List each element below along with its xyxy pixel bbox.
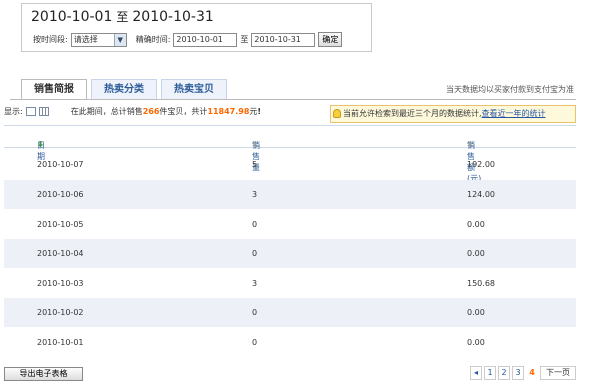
cell-amount: 150.68 [467, 279, 495, 288]
report-tabs: 销售简报 热卖分类 热卖宝贝 [21, 79, 227, 100]
cell-qty: 0 [252, 220, 258, 229]
sort-down-icon[interactable]: ⬇ [37, 140, 44, 149]
cell-amount: 0.00 [467, 308, 485, 317]
page-link-1[interactable]: 1 [484, 366, 496, 380]
cell-amount: 0.00 [467, 220, 485, 229]
lightbulb-icon [333, 109, 341, 118]
range-controls: 按时间段: 请选择 ▼ 精确时间: 2010-10-01 至 2010-10-3… [33, 32, 343, 47]
table-row: 2010-10-02 0 0.00 [4, 298, 576, 327]
summary-amount: 11847.98 [207, 107, 250, 116]
cell-date: 2010-10-02 [37, 308, 84, 317]
tab-sales-summary[interactable]: 销售简报 [21, 79, 87, 100]
cell-qty: 3 [252, 190, 258, 199]
cell-amount: 0.00 [467, 338, 485, 347]
summary-text: 在此期间，总计销售266件宝贝，共计11847.98元! [71, 106, 261, 117]
sort-icon[interactable]: ⬇ [252, 140, 259, 149]
page-link-2[interactable]: 2 [498, 366, 510, 380]
cell-date: 2010-10-07 [37, 160, 84, 169]
exact-to-label: 至 [240, 35, 249, 44]
cell-qty: 0 [252, 249, 258, 258]
tab-hot-items[interactable]: 热卖宝贝 [161, 79, 227, 99]
date-range-panel: 2010-10-01 至 2010-10-31 按时间段: 请选择 ▼ 精确时间: … [21, 3, 372, 52]
cell-amount: 192.00 [467, 160, 495, 169]
cell-date: 2010-10-04 [37, 249, 84, 258]
summary-mid: 件宝贝，共计 [159, 107, 208, 116]
period-select-value: 请选择 [73, 35, 98, 44]
range-to: 至 [116, 10, 129, 24]
table-row: 2010-10-01 0 0.00 [4, 328, 576, 357]
cell-date: 2010-10-03 [37, 279, 84, 288]
date-range-title: 2010-10-01 至 2010-10-31 [31, 8, 214, 25]
next-page-button[interactable]: 下一页 [540, 366, 576, 380]
exclamation-icon: ! [257, 107, 262, 116]
period-label: 按时间段: [33, 35, 68, 44]
confirm-button[interactable]: 确定 [318, 32, 343, 47]
table-row: 2010-10-05 0 0.00 [4, 210, 576, 239]
pagination: ◂ 1 2 3 4 下一页 [470, 366, 576, 380]
cell-date: 2010-10-05 [37, 220, 84, 229]
tab-hot-categories[interactable]: 热卖分类 [91, 79, 157, 99]
table-header: 日期 ⬇ 销售量 ⬇ 销售额(元) ⬇ [4, 125, 576, 183]
cell-date: 2010-10-06 [37, 190, 84, 199]
exact-start-input[interactable]: 2010-10-01 [173, 32, 238, 47]
cell-qty: 5 [252, 160, 258, 169]
summary-count: 266 [142, 107, 160, 116]
cell-qty: 3 [252, 279, 258, 288]
summary-prefix: 在此期间，总计销售 [70, 107, 143, 116]
cell-date: 2010-10-01 [37, 338, 84, 347]
view-year-link[interactable]: 查看近一年的统计 [482, 109, 546, 118]
chart-view-icon[interactable] [38, 107, 49, 116]
exact-time-label: 精确时间: [135, 35, 171, 44]
cell-amount: 0.00 [467, 249, 485, 258]
notice-box: 当前允许检索到最近三个月的数据统计,查看近一年的统计 [330, 105, 576, 123]
tab-divider [10, 99, 576, 100]
exact-end-input[interactable]: 2010-10-31 [251, 32, 316, 47]
export-spreadsheet-button[interactable]: 导出电子表格 [4, 367, 83, 381]
notice-text: 当前允许检索到最近三个月的数据统计, [343, 109, 482, 118]
cell-qty: 0 [252, 338, 258, 347]
prev-page-icon[interactable]: ◂ [470, 366, 482, 380]
page-link-3[interactable]: 3 [512, 366, 524, 380]
sort-icon[interactable]: ⬇ [467, 140, 474, 149]
table-row: 2010-10-06 3 124.00 [4, 180, 576, 209]
table-row: 2010-10-03 3 150.68 [4, 269, 576, 298]
summary-bar: 显示: 在此期间，总计销售266件宝贝，共计11847.98元! [4, 106, 261, 117]
display-label: 显示: [4, 107, 23, 116]
chevron-down-icon[interactable]: ▼ [113, 33, 126, 46]
range-end: 2010-10-31 [132, 9, 214, 25]
cell-qty: 0 [252, 308, 258, 317]
cell-amount: 124.00 [467, 190, 495, 199]
table-row: 2010-10-07 5 192.00 [4, 150, 576, 179]
table-row: 2010-10-04 0 0.00 [4, 239, 576, 268]
table-view-icon[interactable] [25, 107, 36, 116]
page-current: 4 [526, 366, 538, 380]
period-select[interactable]: 请选择 ▼ [70, 32, 127, 47]
range-start: 2010-10-01 [31, 9, 113, 25]
payment-note: 当天数据均以买家付款到支付宝为准 [446, 85, 574, 94]
